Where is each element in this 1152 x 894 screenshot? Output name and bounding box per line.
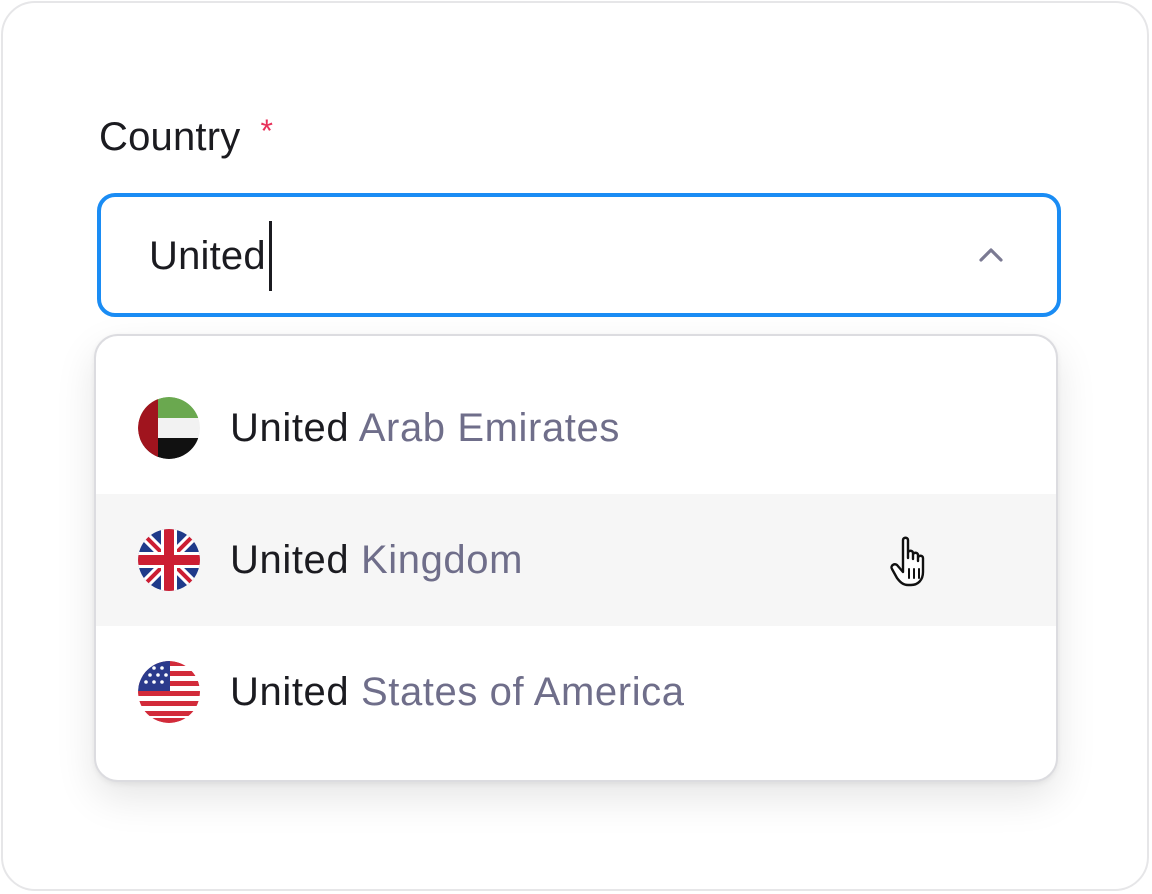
hand-pointer-icon xyxy=(890,536,925,587)
chevron-up-icon[interactable] xyxy=(977,243,1005,267)
country-search-input[interactable]: United xyxy=(149,221,272,291)
option-match-text: United xyxy=(230,669,350,714)
country-label: Country * xyxy=(99,111,273,163)
option-label: United Arab Emirates xyxy=(230,406,620,451)
option-match-text: United xyxy=(230,537,350,582)
option-rest-text: Arab Emirates xyxy=(358,405,620,450)
option-label: United Kingdom xyxy=(230,538,523,583)
option-united-states-of-america[interactable]: United States of America xyxy=(96,626,1056,758)
country-search-value: United xyxy=(149,233,266,278)
option-rest-text: States of America xyxy=(360,669,685,714)
required-asterisk: * xyxy=(260,112,274,149)
option-united-arab-emirates[interactable]: United Arab Emirates xyxy=(96,362,1056,494)
country-combobox[interactable]: United xyxy=(97,193,1061,317)
option-match-text: United xyxy=(230,405,350,450)
country-label-text: Country xyxy=(99,114,241,159)
option-rest-text: Kingdom xyxy=(360,537,524,582)
usa-flag-icon xyxy=(138,661,200,723)
uk-flag-icon xyxy=(138,529,200,591)
option-label: United States of America xyxy=(230,670,685,715)
text-caret xyxy=(268,221,272,291)
uae-flag-icon xyxy=(138,397,200,459)
